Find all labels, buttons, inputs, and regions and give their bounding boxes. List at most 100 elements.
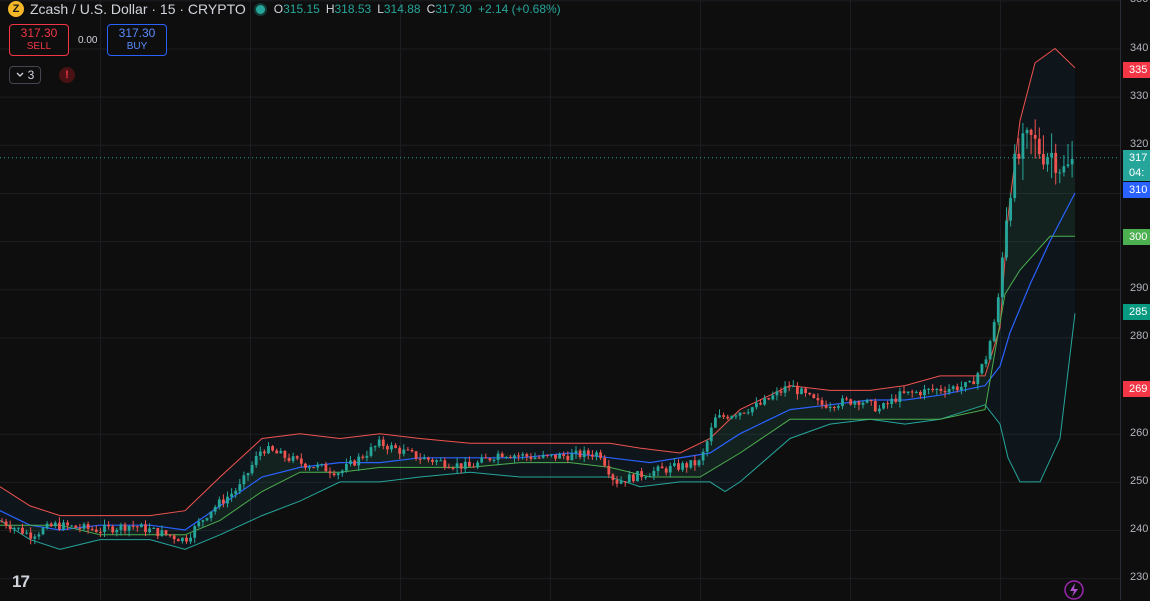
candle-body	[910, 391, 914, 393]
candle-body	[738, 412, 742, 416]
buy-button[interactable]: 317.30 BUY	[107, 24, 167, 56]
candle-body	[144, 524, 147, 533]
candle-body	[324, 464, 328, 472]
candle-body	[304, 463, 307, 468]
candle-body	[422, 457, 426, 460]
candle-body	[53, 522, 57, 527]
candle-body	[832, 407, 836, 408]
candle-body	[1050, 152, 1053, 158]
candle-body	[431, 459, 434, 462]
candle-body	[820, 400, 824, 405]
candle-body	[685, 463, 689, 468]
tradingview-logo[interactable]: 17	[12, 572, 30, 592]
candle-body	[390, 445, 393, 450]
candle-body	[49, 523, 53, 527]
candle-body	[107, 524, 110, 527]
candle-body	[41, 528, 45, 535]
candle-body	[17, 527, 20, 529]
candle-body	[968, 381, 971, 383]
candle-body	[1009, 198, 1012, 221]
candle-body	[955, 386, 959, 391]
candle-body	[980, 364, 984, 374]
candle-body	[964, 382, 967, 387]
candle-body	[468, 461, 471, 467]
buy-price: 317.30	[118, 26, 156, 40]
candle-body	[213, 507, 217, 512]
price-axis-marker: 317	[1123, 150, 1150, 166]
candle-body	[365, 455, 369, 458]
candle-body	[898, 391, 902, 402]
candle-body	[58, 522, 61, 530]
candle-body	[570, 453, 574, 461]
candle-body	[345, 464, 348, 471]
candle-body	[648, 476, 652, 477]
candle-body	[29, 532, 33, 539]
candle-body	[185, 537, 188, 542]
candle-body	[140, 524, 143, 528]
candle-body	[890, 398, 894, 404]
candle-body	[267, 446, 270, 454]
indicators-toggle-button[interactable]: 3	[9, 66, 41, 84]
candle-body	[463, 461, 467, 469]
candle-body	[791, 385, 795, 388]
candle-body	[681, 463, 684, 470]
candle-body	[492, 459, 496, 461]
candle-body	[808, 392, 812, 395]
price-tick-label: 290	[1130, 282, 1149, 295]
candle-body	[340, 470, 344, 474]
candle-body	[418, 458, 422, 460]
candle-body	[283, 451, 287, 458]
candle-body	[615, 480, 619, 484]
market-status-icon[interactable]	[255, 4, 265, 14]
candle-body	[414, 451, 418, 459]
candle-body	[853, 401, 857, 405]
candle-body	[599, 452, 602, 458]
sell-button[interactable]: 317.30 SELL	[9, 24, 69, 56]
candle-body	[472, 466, 475, 468]
candle-body	[353, 460, 356, 466]
price-axis-marker: 04:	[1123, 165, 1150, 181]
candle-body	[693, 460, 697, 466]
candle-body	[0, 521, 4, 523]
candle-body	[668, 465, 672, 473]
candle-body	[1017, 153, 1021, 159]
candle-body	[90, 528, 94, 530]
candle-body	[295, 456, 299, 459]
candle-body	[578, 450, 582, 458]
candle-body	[750, 407, 754, 413]
candle-body	[402, 449, 406, 454]
candle-body	[226, 496, 229, 504]
candle-body	[99, 532, 102, 533]
candle-body	[4, 521, 8, 526]
candle-body	[8, 525, 12, 530]
candle-body	[943, 391, 947, 393]
price-tick-label: 250	[1130, 474, 1149, 487]
candle-body	[209, 511, 213, 519]
candle-body	[939, 388, 943, 391]
candle-body	[742, 412, 746, 414]
candle-body	[66, 522, 69, 526]
spread-value: 0.00	[78, 35, 98, 46]
candle-body	[697, 460, 701, 466]
candle-body	[12, 528, 16, 530]
candle-body	[673, 463, 676, 466]
candle-body	[545, 454, 549, 456]
price-axis-marker: 300	[1123, 229, 1150, 245]
price-tick-label: 320	[1130, 137, 1149, 150]
candle-body	[718, 415, 721, 418]
candle-body	[152, 528, 156, 529]
candle-body	[222, 499, 225, 504]
candle-body	[357, 456, 361, 466]
candle-body	[488, 458, 492, 461]
price-tick-label: 260	[1130, 426, 1149, 439]
candle-body	[812, 394, 816, 398]
candle-body	[734, 415, 738, 417]
lightning-icon[interactable]	[1063, 579, 1085, 601]
warning-icon[interactable]: !	[59, 67, 75, 83]
supertrend-fill	[0, 140, 1075, 540]
ohlc-high: H318.53	[326, 2, 371, 16]
symbol-title[interactable]: Zcash / U.S. Dollar · 15 · CRYPTO	[30, 1, 246, 17]
price-chart[interactable]	[0, 0, 1150, 600]
candle-body	[386, 446, 389, 450]
candle-body	[775, 391, 779, 396]
